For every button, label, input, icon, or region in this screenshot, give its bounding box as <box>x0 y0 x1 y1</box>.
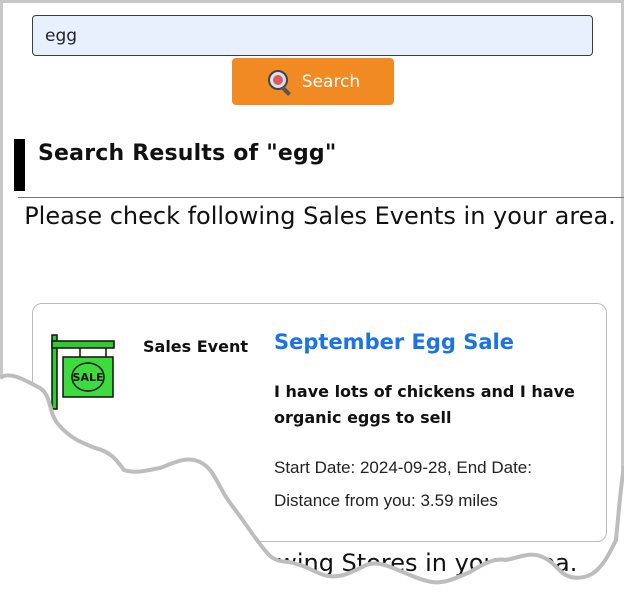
event-title-link[interactable]: September Egg Sale <box>274 330 514 354</box>
results-title: Search Results of "egg" <box>38 141 337 166</box>
divider <box>18 197 624 198</box>
event-dates: Start Date: 2024-09-28, End Date: <box>274 458 532 477</box>
search-button[interactable]: Search <box>232 58 394 105</box>
event-description: I have lots of chickens and I have organ… <box>274 382 575 427</box>
stores-heading: Please check following Stores in your ar… <box>62 549 578 577</box>
search-icon <box>266 68 294 96</box>
sales-events-notice: Please check following Sales Events in y… <box>24 202 616 230</box>
sales-event-card: SALE Sales Event September Egg Sale I ha… <box>32 303 607 542</box>
search-input[interactable] <box>32 15 593 56</box>
event-distance: Distance from you: 3.59 miles <box>274 491 498 510</box>
sale-sign-text: SALE <box>73 371 104 384</box>
sale-sign-icon: SALE <box>49 333 117 411</box>
search-button-label: Search <box>301 71 361 92</box>
title-accent-bar <box>14 139 25 191</box>
event-type-label: Sales Event <box>143 337 248 356</box>
